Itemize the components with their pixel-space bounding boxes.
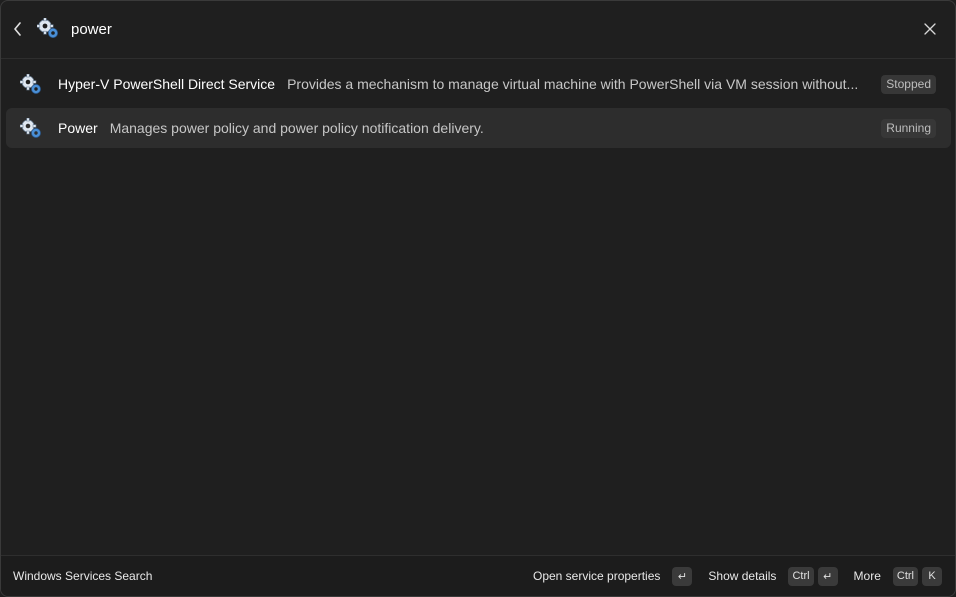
search-input[interactable] — [71, 18, 851, 40]
status-badge: Running — [881, 119, 936, 138]
search-header — [1, 1, 955, 59]
footer-actions: Open service properties ↵ Show details C… — [533, 556, 942, 596]
open-service-properties-action[interactable]: Open service properties ↵ — [532, 566, 693, 586]
k-key-hint: K — [922, 566, 942, 586]
action-label: More — [853, 569, 881, 583]
more-actions-button[interactable]: More Ctrl K — [853, 566, 942, 586]
service-description: Manages power policy and power policy no… — [109, 120, 484, 136]
chevron-left-icon — [14, 22, 21, 36]
show-details-action[interactable]: Show details Ctrl ↵ — [708, 566, 838, 586]
service-gear-icon — [20, 118, 41, 138]
enter-key-hint: ↵ — [817, 566, 838, 586]
footer-bar: Windows Services Search Open service pro… — [1, 555, 955, 596]
service-name: Hyper-V PowerShell Direct Service — [58, 76, 276, 92]
services-gears-icon — [37, 18, 58, 38]
result-row-hyper-v-powershell-direct[interactable]: Hyper-V PowerShell Direct Service Provid… — [6, 64, 951, 104]
service-gear-icon — [20, 74, 41, 94]
result-row-power[interactable]: Power Manages power policy and power pol… — [6, 108, 951, 148]
result-text: Hyper-V PowerShell Direct Service Provid… — [58, 64, 873, 104]
services-search-window: Hyper-V PowerShell Direct Service Provid… — [0, 0, 956, 597]
ctrl-key-hint: Ctrl — [892, 566, 918, 586]
extension-title: Windows Services Search — [13, 569, 153, 583]
status-badge: Stopped — [881, 75, 936, 94]
service-description: Provides a mechanism to manage virtual m… — [287, 76, 859, 92]
back-button[interactable] — [9, 19, 27, 39]
action-label: Show details — [708, 569, 777, 583]
action-label: Open service properties — [532, 569, 661, 583]
ctrl-key-hint: Ctrl — [788, 566, 814, 586]
close-icon — [924, 23, 936, 35]
enter-key-hint: ↵ — [672, 566, 693, 586]
service-name: Power — [58, 120, 98, 136]
close-button[interactable] — [921, 20, 939, 38]
result-text: Power Manages power policy and power pol… — [58, 108, 873, 148]
